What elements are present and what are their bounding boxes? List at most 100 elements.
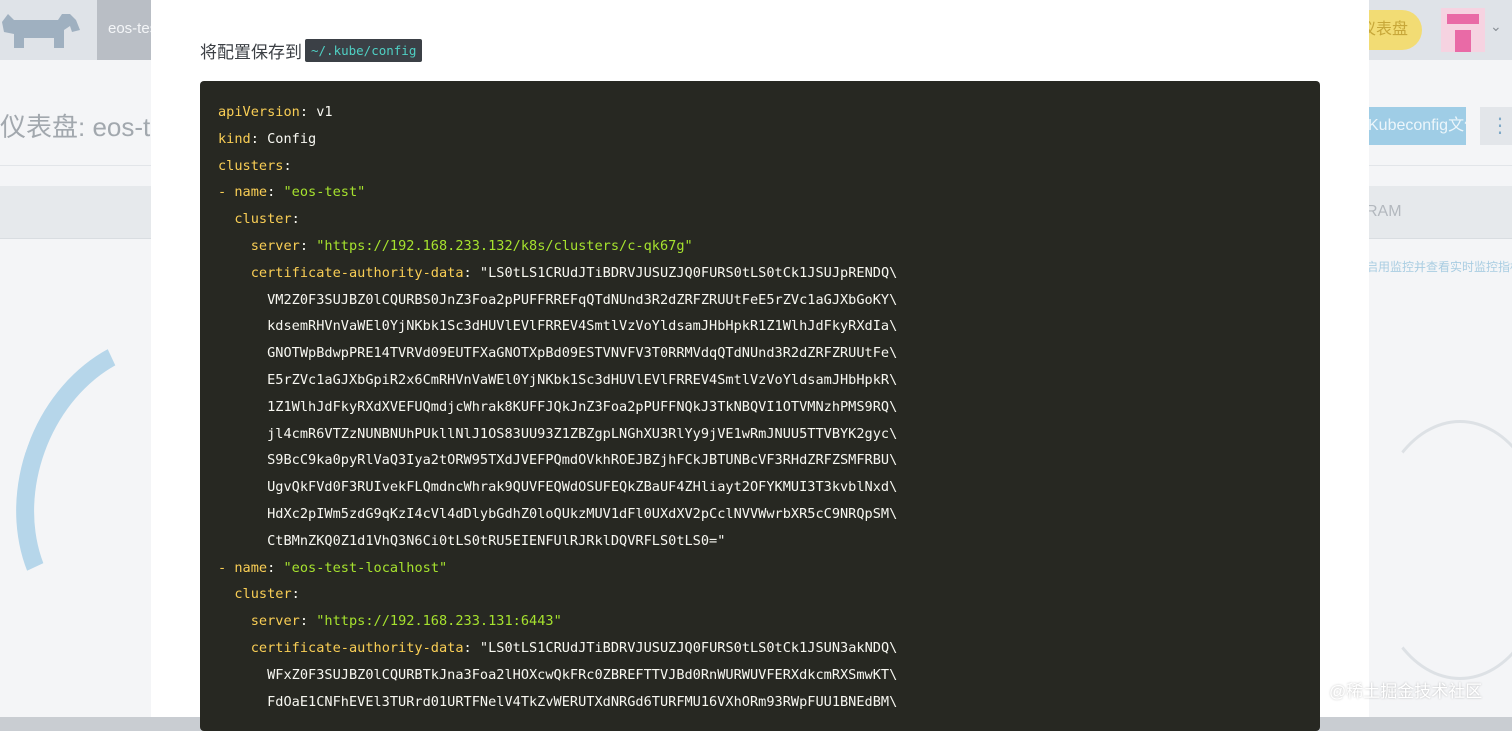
code-line: GNOTWpBdwpPRE14TVRVd09EUTFXaGNOTXpBd09ES…	[218, 344, 897, 371]
code-line: server: "https://192.168.233.131:6443"	[218, 612, 897, 639]
yaml-value: kdsemRHVnVaWEl0YjNKbk1Sc3dHUVlEVlFRREV4S…	[267, 318, 898, 335]
yaml-key: apiVersion	[218, 104, 300, 120]
yaml-key: certificate-authority-data	[250, 264, 464, 281]
code-line: cluster:	[218, 585, 897, 612]
yaml-key: clusters	[218, 157, 284, 174]
yaml-value: VM2Z0F3SUJBZ0lCQURBS0JnZ3Foa2pPUFFRREFqQ…	[267, 291, 898, 308]
yaml-colon: :	[250, 130, 268, 147]
yaml-value: "eos-test-localhost"	[283, 559, 448, 576]
yaml-value: v1	[316, 104, 333, 120]
list-marker: -	[218, 559, 235, 576]
yaml-colon: :	[463, 639, 480, 656]
code-line: server: "https://192.168.233.132/k8s/clu…	[218, 237, 897, 264]
yaml-colon: :	[291, 586, 300, 603]
yaml-value: "LS0tLS1CRUdJTiBDRVJUSUZJQ0FURS0tLS0tCk1…	[479, 639, 898, 656]
yaml-colon: :	[463, 264, 480, 281]
yaml-value: "https://192.168.233.131:6443"	[316, 613, 562, 630]
rancher-logo-icon	[2, 14, 80, 48]
ram-label: RAM	[1366, 203, 1402, 220]
code-line: jl4cmR6VTZzNUNBNUhPUkllNlJ1OS83UU93Z1ZBZ…	[218, 425, 897, 452]
code-line: cluster:	[218, 210, 897, 237]
kubeconfig-modal: 将配置保存到 ~/.kube/config apiVersion: v1 kind…	[151, 0, 1369, 731]
code-line: E5rZVc1aGJXbGpiR2x6CmRHVnVaWEl0YjNKbk1Sc…	[218, 371, 897, 398]
modal-heading: 将配置保存到 ~/.kube/config	[200, 37, 423, 63]
kubeconfig-button[interactable]: Kubeconfig文件	[1352, 107, 1466, 145]
chevron-down-icon[interactable]: ⌄	[1490, 18, 1502, 35]
yaml-value: jl4cmR6VTZzNUNBNUhPUkllNlJ1OS83UU93Z1ZBZ…	[267, 425, 898, 442]
watermark: @稀土掘金技术社区	[1329, 682, 1483, 701]
code-line: VM2Z0F3SUJBZ0lCQURBS0JnZ3Foa2pPUFFRREFqQ…	[218, 291, 897, 318]
kubeconfig-code-block[interactable]: apiVersion: v1 kind: Config clusters: - nam…	[200, 81, 1320, 731]
modal-heading-text: 将配置保存到	[200, 42, 302, 62]
yaml-key: cluster	[234, 211, 292, 228]
yaml-value: HdXc2pIWm5zdG9qKzI4cVl4dDlybGdhZ0loQUkzM…	[267, 505, 898, 522]
code-line: apiVersion: v1	[218, 103, 897, 130]
code-line: HdXc2pIWm5zdG9qKzI4cVl4dDlybGdhZ0loQUkzM…	[218, 505, 897, 532]
yaml-key: server	[250, 237, 300, 254]
yaml-key: certificate-authority-data	[250, 639, 464, 656]
code-line: 1Z1WlhJdFkyRXdXVEFUQmdjcWhrak8KUFFJQkJnZ…	[218, 398, 897, 425]
yaml-key: kind	[218, 130, 251, 147]
yaml-key: cluster	[234, 586, 292, 603]
list-marker: -	[218, 184, 235, 201]
yaml-key: server	[250, 613, 300, 630]
yaml-colon: :	[291, 211, 300, 228]
yaml-colon: :	[299, 104, 317, 120]
ram-gauge	[1370, 420, 1512, 680]
yaml-value: "eos-test"	[283, 184, 366, 201]
yaml-value: "LS0tLS1CRUdJTiBDRVJUSUZJQ0FURS0tLS0tCk1…	[479, 264, 898, 281]
code-line: UgvQkFVd0F3RUIvekFLQmdncWhrak9QUVFEQWdOS…	[218, 478, 897, 505]
yaml-value: GNOTWpBdwpPRE14TVRVd09EUTFXaGNOTXpBd09ES…	[267, 345, 898, 362]
yaml-value: S9BcC9ka0pyRlVaQ3Iya2tORW95TXdJVEFPQmdOV…	[267, 452, 898, 469]
yaml-colon: :	[267, 559, 284, 576]
more-actions-button[interactable]: ⋮	[1480, 107, 1512, 145]
yaml-value: UgvQkFVd0F3RUIvekFLQmdncWhrak9QUVFEQWdOS…	[267, 479, 898, 496]
yaml-value: CtBMnZKQ0Z1d1VhQ3N6Ci0tLS0tRU5EIENFUlRJR…	[267, 532, 726, 549]
code-line: - name: "eos-test-localhost"	[218, 559, 897, 586]
monitoring-hint-link[interactable]: 启用监控并查看实时监控指标	[1366, 258, 1512, 275]
config-path: ~/.kube/config	[305, 38, 423, 62]
yaml-value: "https://192.168.233.132/k8s/clusters/c-…	[316, 237, 693, 254]
yaml-value: Config	[267, 130, 317, 147]
user-avatar[interactable]	[1441, 8, 1485, 52]
code-line: kdsemRHVnVaWEl0YjNKbk1Sc3dHUVlEVlFRREV4S…	[218, 317, 897, 344]
code-line: kind: Config	[218, 130, 897, 157]
yaml-value: 1Z1WlhJdFkyRXdXVEFUQmdjcWhrak8KUFFJQkJnZ…	[267, 398, 898, 415]
code-lines: apiVersion: v1 kind: Config clusters: - nam…	[218, 103, 897, 719]
code-line: CtBMnZKQ0Z1d1VhQ3N6Ci0tLS0tRU5EIENFUlRJR…	[218, 532, 897, 559]
code-line: certificate-authority-data: "LS0tLS1CRUd…	[218, 639, 898, 666]
yaml-value: FdOaE1CNFhEVEl3TURrd01URTFNelV4TkZvWERUT…	[267, 693, 898, 710]
yaml-key: name	[234, 559, 268, 576]
yaml-value: E5rZVc1aGJXbGpiR2x6CmRHVnVaWEl0YjNKbk1Sc…	[267, 371, 898, 388]
yaml-key: name	[234, 184, 268, 201]
yaml-colon: :	[299, 237, 317, 254]
yaml-colon: :	[283, 157, 292, 174]
yaml-value: WFxZ0F3SUJBZ0lCQURBTkJna3Foa2lHOXcwQkFRc…	[267, 666, 898, 683]
code-line: - name: "eos-test"	[218, 183, 897, 210]
yaml-colon: :	[267, 184, 284, 201]
yaml-colon: :	[299, 613, 317, 630]
code-line: certificate-authority-data: "LS0tLS1CRUd…	[218, 264, 898, 291]
code-line: FdOaE1CNFhEVEl3TURrd01URTFNelV4TkZvWERUT…	[218, 693, 897, 720]
code-line: clusters:	[218, 157, 897, 184]
code-line: S9BcC9ka0pyRlVaQ3Iya2tORW95TXdJVEFPQmdOV…	[218, 451, 897, 478]
code-line: WFxZ0F3SUJBZ0lCQURBTkJna3Foa2lHOXcwQkFRc…	[218, 666, 897, 693]
